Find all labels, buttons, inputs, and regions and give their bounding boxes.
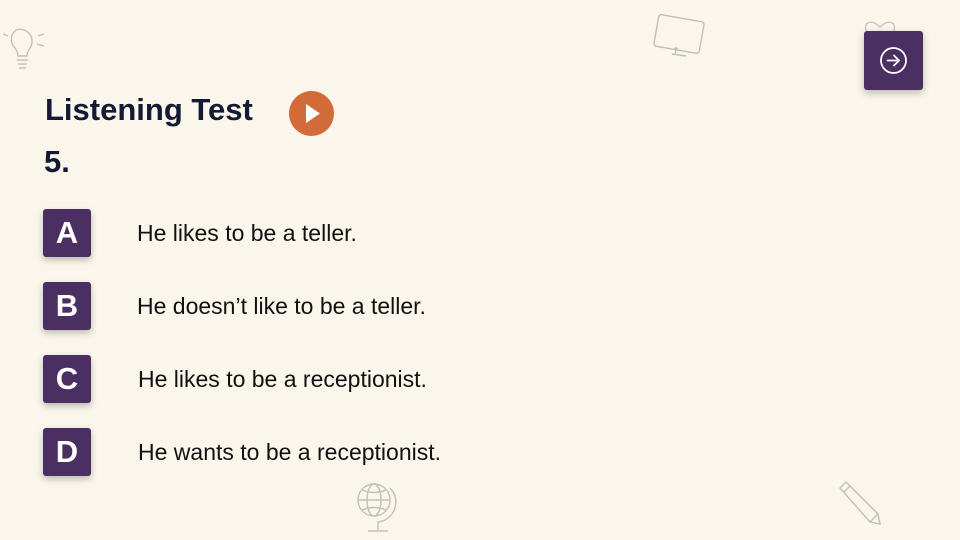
answer-option-c[interactable]: C He likes to be a receptionist.: [43, 355, 643, 403]
answer-option-d[interactable]: D He wants to be a receptionist.: [43, 428, 643, 476]
lightbulb-icon: [0, 22, 48, 74]
option-text: He likes to be a teller.: [137, 220, 357, 246]
monitor-icon: [650, 14, 708, 64]
option-text: He likes to be a receptionist.: [138, 366, 427, 392]
option-text: He wants to be a receptionist.: [138, 439, 441, 465]
answer-option-b[interactable]: B He doesn’t like to be a teller.: [43, 282, 643, 330]
question-number: 5.: [44, 144, 70, 179]
globe-icon: [352, 478, 398, 536]
play-icon: [306, 104, 320, 123]
arrow-right-circle-icon: [880, 47, 907, 74]
option-letter: C: [43, 355, 91, 403]
play-audio-button[interactable]: [289, 91, 334, 136]
answer-option-a[interactable]: A He likes to be a teller.: [43, 209, 643, 257]
option-letter: B: [43, 282, 91, 330]
option-text: He doesn’t like to be a teller.: [137, 293, 426, 319]
page-title: Listening Test: [45, 92, 253, 127]
pencil-icon: [834, 478, 882, 526]
next-question-button[interactable]: [864, 31, 923, 90]
option-letter: D: [43, 428, 91, 476]
option-letter: A: [43, 209, 91, 257]
